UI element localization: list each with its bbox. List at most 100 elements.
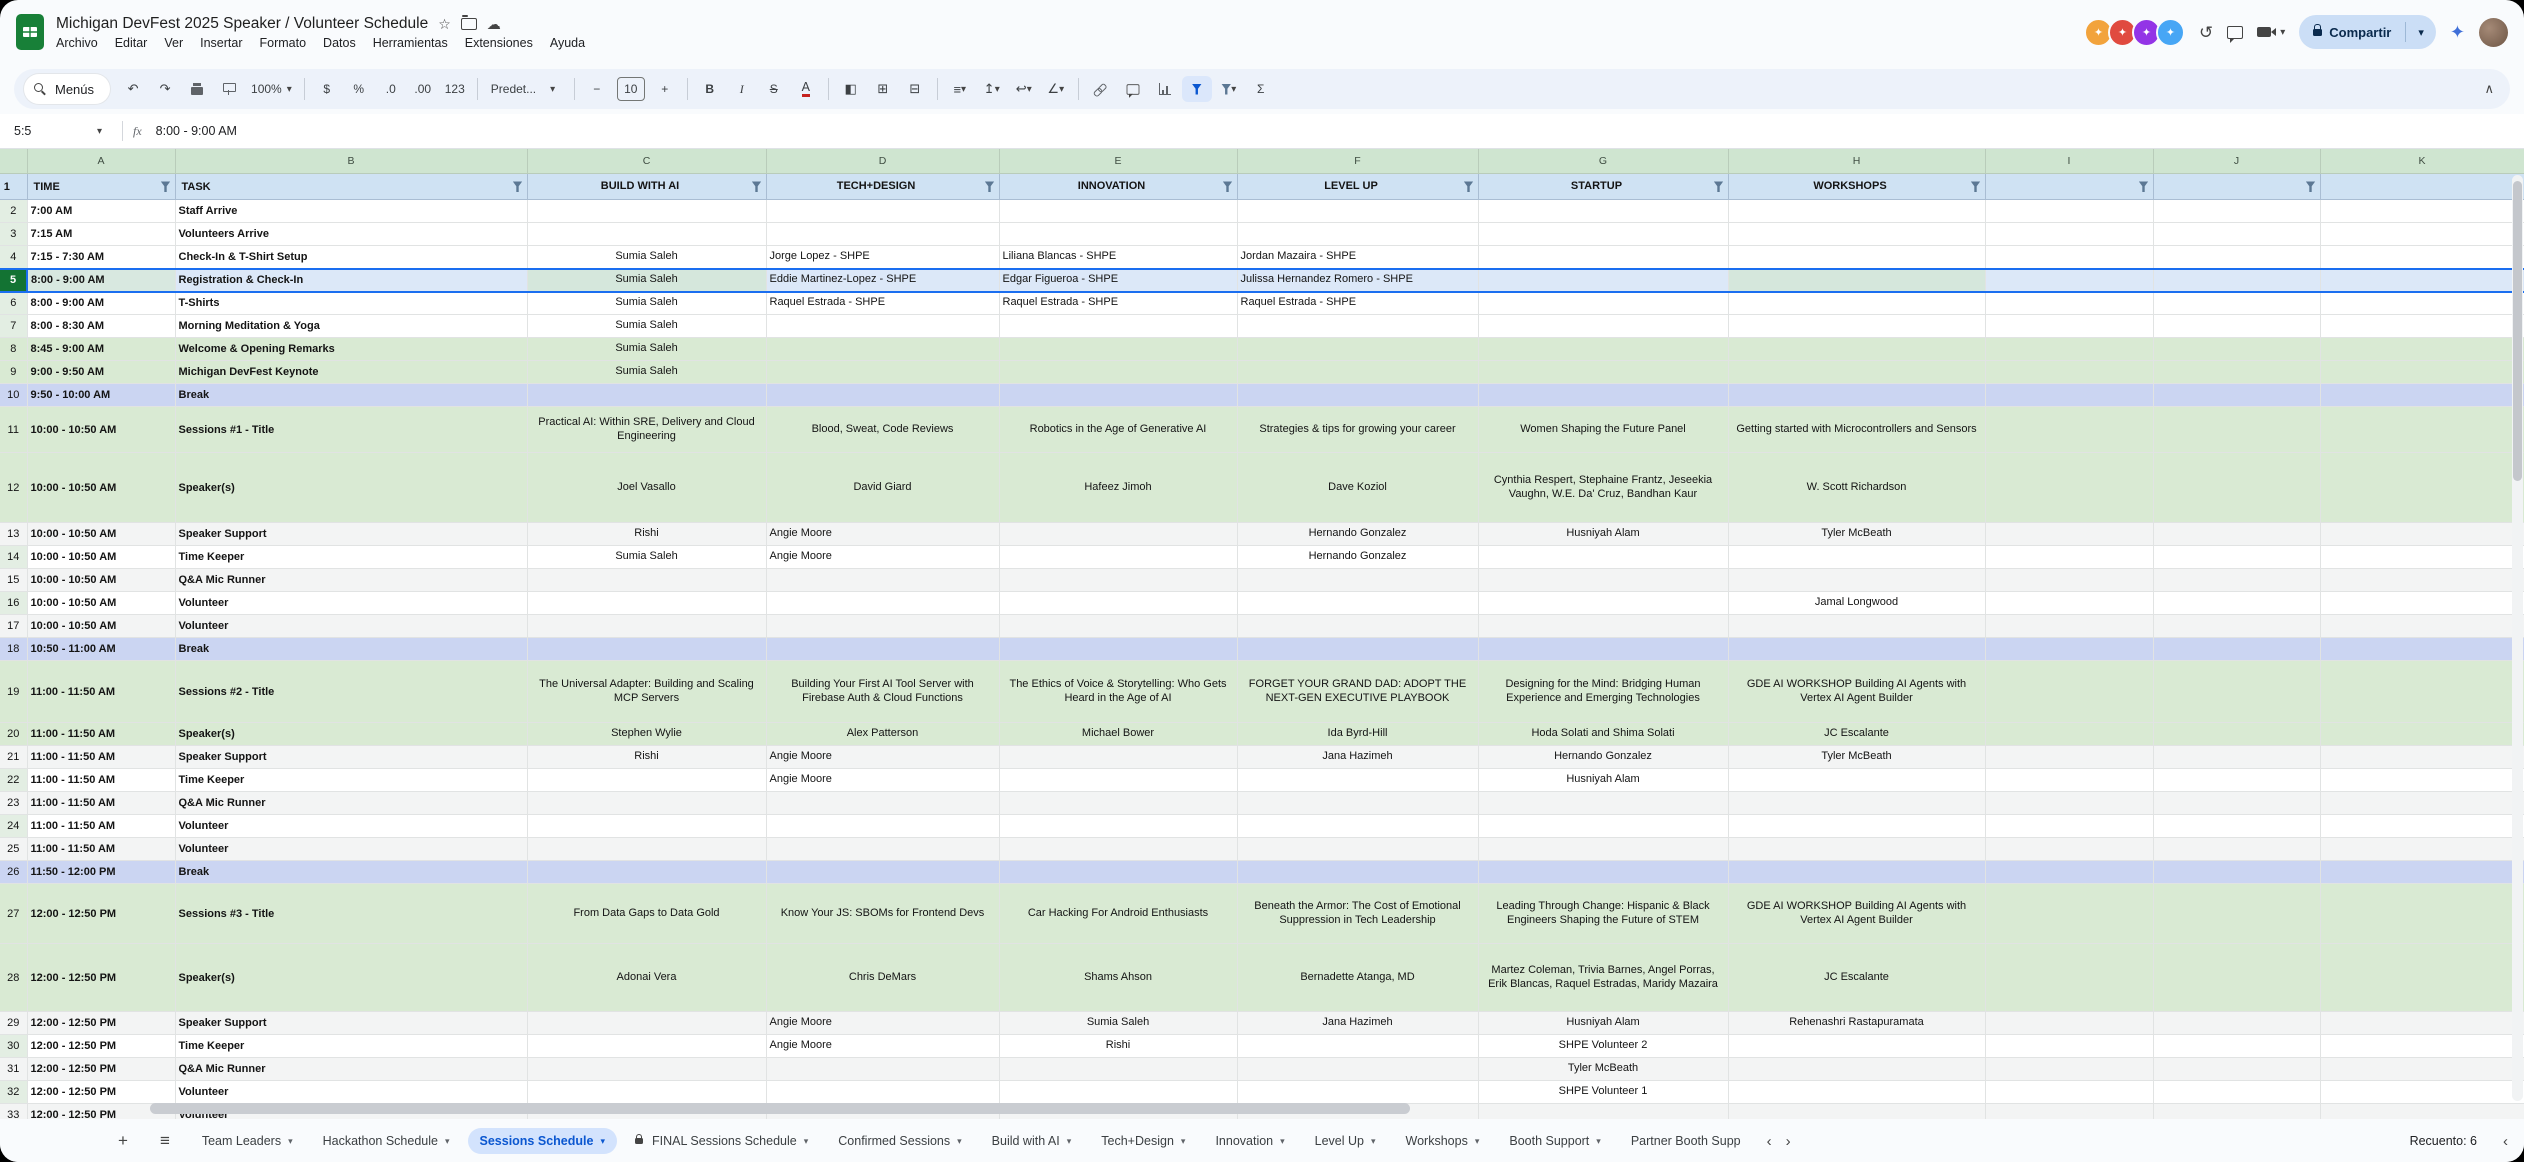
bold-button[interactable]: B <box>695 76 725 102</box>
column-header-A[interactable]: A <box>27 149 175 174</box>
select-all-corner[interactable] <box>0 149 27 174</box>
decrease-decimal-button[interactable]: .0 <box>376 76 406 102</box>
add-sheet-button[interactable]: + <box>106 1131 140 1151</box>
cell-H16[interactable]: Jamal Longwood <box>1728 592 1985 615</box>
row-header-9[interactable]: 9 <box>0 361 27 384</box>
cell-H15[interactable] <box>1728 569 1985 592</box>
cell-J21[interactable] <box>2153 746 2320 769</box>
cell-I29[interactable] <box>1985 1012 2153 1035</box>
cell-K2[interactable] <box>2320 200 2524 223</box>
cell-A4[interactable]: 7:15 - 7:30 AM <box>27 246 175 269</box>
cell-E9[interactable] <box>999 361 1237 384</box>
sheet-tab-team-leaders[interactable]: Team Leaders▾ <box>190 1128 305 1154</box>
cell-D2[interactable] <box>766 200 999 223</box>
cell-H30[interactable] <box>1728 1035 1985 1058</box>
cell-F25[interactable] <box>1237 838 1478 861</box>
column-header-F[interactable]: F <box>1237 149 1478 174</box>
cell-A3[interactable]: 7:15 AM <box>27 223 175 246</box>
cell-J11[interactable] <box>2153 407 2320 453</box>
all-sheets-button[interactable]: ≡ <box>148 1131 182 1151</box>
cell-D30[interactable]: Angie Moore <box>766 1035 999 1058</box>
cell-H20[interactable]: JC Escalante <box>1728 723 1985 746</box>
cell-J10[interactable] <box>2153 384 2320 407</box>
cell-F30[interactable] <box>1237 1035 1478 1058</box>
cell-A23[interactable]: 11:00 - 11:50 AM <box>27 792 175 815</box>
sheet-tab-hackathon-schedule[interactable]: Hackathon Schedule▾ <box>311 1128 462 1154</box>
cell-K32[interactable] <box>2320 1081 2524 1104</box>
cell-F1[interactable]: LEVEL UP <box>1237 174 1478 200</box>
cell-K15[interactable] <box>2320 569 2524 592</box>
cell-C30[interactable] <box>527 1035 766 1058</box>
cell-K27[interactable] <box>2320 884 2524 944</box>
font-family-select[interactable]: Predet... ▾ <box>485 82 567 96</box>
column-header-J[interactable]: J <box>2153 149 2320 174</box>
cell-B2[interactable]: Staff Arrive <box>175 200 527 223</box>
cell-F18[interactable] <box>1237 638 1478 661</box>
cell-F3[interactable] <box>1237 223 1478 246</box>
cell-K19[interactable] <box>2320 661 2524 723</box>
cell-E16[interactable] <box>999 592 1237 615</box>
cell-A21[interactable]: 11:00 - 11:50 AM <box>27 746 175 769</box>
filter-icon[interactable] <box>2139 181 2149 192</box>
cell-I19[interactable] <box>1985 661 2153 723</box>
row-header-12[interactable]: 12 <box>0 453 27 523</box>
sheet-tab-menu-icon[interactable]: ▾ <box>1475 1136 1480 1147</box>
cell-H33[interactable] <box>1728 1104 1985 1120</box>
sheet-tab-sessions-schedule[interactable]: Sessions Schedule▾ <box>468 1128 617 1154</box>
cell-D22[interactable]: Angie Moore <box>766 769 999 792</box>
paint-format-button[interactable] <box>214 76 244 102</box>
cell-G9[interactable] <box>1478 361 1728 384</box>
cell-I16[interactable] <box>1985 592 2153 615</box>
cell-I9[interactable] <box>1985 361 2153 384</box>
cell-G6[interactable] <box>1478 292 1728 315</box>
cell-B24[interactable]: Volunteer <box>175 815 527 838</box>
filter-icon[interactable] <box>1223 181 1233 192</box>
cell-G23[interactable] <box>1478 792 1728 815</box>
cell-B5[interactable]: Registration & Check-In <box>175 269 527 292</box>
cell-K22[interactable] <box>2320 769 2524 792</box>
row-header-18[interactable]: 18 <box>0 638 27 661</box>
cell-A5[interactable]: 8:00 - 9:00 AM <box>27 269 175 292</box>
cell-G27[interactable]: Leading Through Change: Hispanic & Black… <box>1478 884 1728 944</box>
cell-A18[interactable]: 10:50 - 11:00 AM <box>27 638 175 661</box>
vertical-scrollbar[interactable] <box>2512 175 2523 1101</box>
cell-A7[interactable]: 8:00 - 8:30 AM <box>27 315 175 338</box>
cell-F4[interactable]: Jordan Mazaira - SHPE <box>1237 246 1478 269</box>
chevron-down-icon[interactable]: ▾ <box>2280 27 2285 38</box>
cell-E13[interactable] <box>999 523 1237 546</box>
cell-A16[interactable]: 10:00 - 10:50 AM <box>27 592 175 615</box>
row-header-33[interactable]: 33 <box>0 1104 27 1120</box>
cell-I30[interactable] <box>1985 1035 2153 1058</box>
cell-F31[interactable] <box>1237 1058 1478 1081</box>
sheet-tab-menu-icon[interactable]: ▾ <box>957 1136 962 1147</box>
zoom-control[interactable]: 100% ▾ <box>246 82 297 96</box>
cell-F24[interactable] <box>1237 815 1478 838</box>
cell-A27[interactable]: 12:00 - 12:50 PM <box>27 884 175 944</box>
share-dropdown-icon[interactable]: ▾ <box>2410 26 2432 39</box>
cell-D13[interactable]: Angie Moore <box>766 523 999 546</box>
cell-B22[interactable]: Time Keeper <box>175 769 527 792</box>
row-header-8[interactable]: 8 <box>0 338 27 361</box>
cell-B10[interactable]: Break <box>175 384 527 407</box>
cell-G2[interactable] <box>1478 200 1728 223</box>
cell-K17[interactable] <box>2320 615 2524 638</box>
cell-J20[interactable] <box>2153 723 2320 746</box>
cell-A14[interactable]: 10:00 - 10:50 AM <box>27 546 175 569</box>
font-size-input[interactable]: 10 <box>617 77 645 101</box>
cell-B31[interactable]: Q&A Mic Runner <box>175 1058 527 1081</box>
cell-D7[interactable] <box>766 315 999 338</box>
cell-H9[interactable] <box>1728 361 1985 384</box>
filter-icon[interactable] <box>752 181 762 192</box>
cell-I27[interactable] <box>1985 884 2153 944</box>
cell-E2[interactable] <box>999 200 1237 223</box>
cell-A15[interactable]: 10:00 - 10:50 AM <box>27 569 175 592</box>
cell-K9[interactable] <box>2320 361 2524 384</box>
cell-F22[interactable] <box>1237 769 1478 792</box>
row-header-23[interactable]: 23 <box>0 792 27 815</box>
vertical-scrollbar-thumb[interactable] <box>2513 181 2522 481</box>
cell-F5[interactable]: Julissa Hernandez Romero - SHPE <box>1237 269 1478 292</box>
cell-H26[interactable] <box>1728 861 1985 884</box>
text-rotation-button[interactable]: ∠▾ <box>1041 76 1071 102</box>
cell-E25[interactable] <box>999 838 1237 861</box>
selection-count[interactable]: Recuento: 6 <box>2410 1134 2477 1148</box>
